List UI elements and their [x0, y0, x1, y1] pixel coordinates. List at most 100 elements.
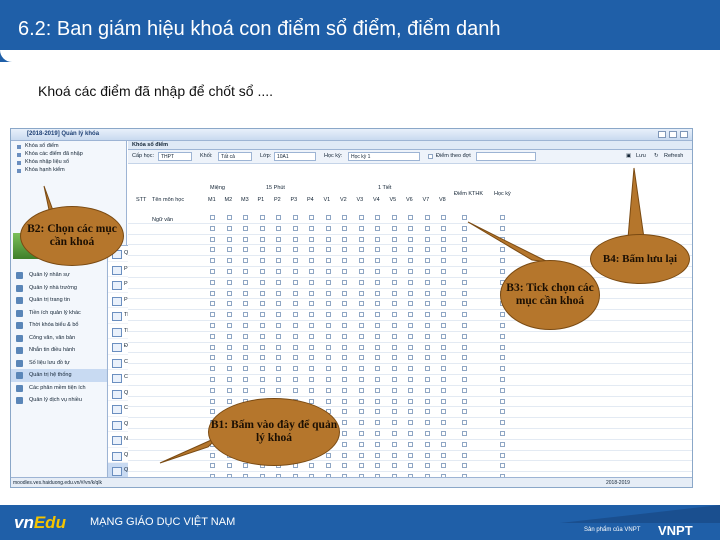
lock-checkbox[interactable]: [276, 344, 281, 350]
lock-checkbox[interactable]: [226, 463, 232, 469]
lock-checkbox[interactable]: [292, 344, 298, 350]
lock-checkbox[interactable]: [210, 376, 215, 382]
lock-checkbox[interactable]: [391, 398, 397, 404]
lock-checkbox[interactable]: [500, 420, 505, 426]
lock-checkbox[interactable]: [358, 409, 364, 415]
lock-checkbox[interactable]: [292, 301, 298, 307]
lock-checkbox[interactable]: [375, 333, 380, 339]
lock-checkbox[interactable]: [462, 290, 467, 296]
lock-checkbox[interactable]: [358, 258, 364, 264]
lock-checkbox[interactable]: [500, 312, 505, 318]
lock-checkbox[interactable]: [292, 268, 298, 274]
lock-checkbox[interactable]: [259, 236, 265, 242]
lock-checkbox[interactable]: [309, 387, 314, 393]
lock-checkbox[interactable]: [424, 376, 430, 382]
lock-checkbox[interactable]: [358, 215, 364, 220]
lock-checkbox[interactable]: [375, 355, 380, 361]
lock-checkbox[interactable]: [408, 355, 413, 361]
lock-checkbox[interactable]: [342, 441, 347, 447]
lock-checkbox[interactable]: [259, 247, 265, 253]
lock-checkbox[interactable]: [309, 344, 314, 350]
lock-checkbox[interactable]: [210, 452, 215, 458]
lock-checkbox[interactable]: [358, 387, 364, 393]
lock-checkbox[interactable]: [424, 463, 430, 469]
lock-checkbox[interactable]: [462, 312, 467, 318]
lock-checkbox[interactable]: [424, 420, 430, 426]
minimize-button[interactable]: [658, 131, 666, 138]
lock-checkbox[interactable]: [342, 301, 347, 307]
lock-checkbox[interactable]: [462, 301, 467, 307]
lock-checkbox[interactable]: [226, 322, 232, 328]
lock-checkbox[interactable]: [210, 301, 215, 307]
lock-checkbox[interactable]: [424, 333, 430, 339]
lock-checkbox[interactable]: [309, 366, 314, 372]
lock-checkbox[interactable]: [276, 322, 281, 328]
lock-checkbox[interactable]: [210, 333, 215, 339]
lock-checkbox[interactable]: [500, 463, 505, 469]
lock-checkbox[interactable]: [358, 290, 364, 296]
lock-checkbox[interactable]: [325, 333, 331, 339]
lock-checkbox[interactable]: [226, 333, 232, 339]
lock-checkbox[interactable]: [391, 355, 397, 361]
lock-checkbox[interactable]: [441, 312, 446, 318]
cap-hoc-select[interactable]: THPT: [158, 152, 192, 161]
lock-checkbox[interactable]: [462, 376, 467, 382]
lock-checkbox[interactable]: [441, 355, 446, 361]
lock-checkbox[interactable]: [408, 463, 413, 469]
lock-checkbox[interactable]: [342, 279, 347, 285]
lock-checkbox[interactable]: [259, 387, 265, 393]
lock-checkbox[interactable]: [408, 409, 413, 415]
lock-checkbox[interactable]: [462, 441, 467, 447]
lock-checkbox[interactable]: [210, 355, 215, 361]
lock-checkbox[interactable]: [226, 366, 232, 372]
lock-checkbox[interactable]: [325, 344, 331, 350]
lock-checkbox[interactable]: [424, 387, 430, 393]
lock-checkbox[interactable]: [424, 452, 430, 458]
lock-checkbox[interactable]: [325, 290, 331, 296]
lock-checkbox[interactable]: [325, 387, 331, 393]
lock-checkbox[interactable]: [408, 301, 413, 307]
lock-checkbox[interactable]: [309, 236, 314, 242]
lock-checkbox[interactable]: [292, 279, 298, 285]
lock-checkbox[interactable]: [500, 355, 505, 361]
lock-checkbox[interactable]: [375, 236, 380, 242]
lock-checkbox[interactable]: [500, 344, 505, 350]
lock-checkbox[interactable]: [441, 290, 446, 296]
lock-checkbox[interactable]: [276, 312, 281, 318]
lock-checkbox[interactable]: [243, 236, 248, 242]
lock-checkbox[interactable]: [375, 463, 380, 469]
lock-checkbox[interactable]: [462, 409, 467, 415]
lock-checkbox[interactable]: [500, 215, 505, 220]
lock-checkbox[interactable]: [375, 420, 380, 426]
lock-checkbox[interactable]: [391, 420, 397, 426]
lock-checkbox[interactable]: [424, 215, 430, 220]
lock-checkbox[interactable]: [391, 247, 397, 253]
lock-checkbox[interactable]: [210, 236, 215, 242]
lock-checkbox[interactable]: [243, 387, 248, 393]
lock-checkbox[interactable]: [424, 398, 430, 404]
lock-checkbox[interactable]: [226, 215, 232, 220]
lock-checkbox[interactable]: [226, 247, 232, 253]
lock-checkbox[interactable]: [292, 236, 298, 242]
lock-checkbox[interactable]: [259, 355, 265, 361]
lock-checkbox[interactable]: [276, 333, 281, 339]
lock-checkbox[interactable]: [325, 301, 331, 307]
lock-checkbox[interactable]: [358, 430, 364, 436]
lock-checkbox[interactable]: [408, 312, 413, 318]
khoi-select[interactable]: Tất cả: [218, 152, 252, 161]
lock-checkbox[interactable]: [391, 409, 397, 415]
lock-checkbox[interactable]: [276, 355, 281, 361]
lock-checkbox[interactable]: [424, 301, 430, 307]
lock-checkbox[interactable]: [226, 376, 232, 382]
lock-checkbox[interactable]: [325, 258, 331, 264]
lock-checkbox[interactable]: [342, 355, 347, 361]
lock-checkbox[interactable]: [424, 290, 430, 296]
lock-checkbox[interactable]: [441, 441, 446, 447]
lock-checkbox[interactable]: [325, 376, 331, 382]
lock-checkbox[interactable]: [226, 258, 232, 264]
lock-checkbox[interactable]: [276, 290, 281, 296]
lock-checkbox[interactable]: [342, 376, 347, 382]
lock-checkbox[interactable]: [358, 452, 364, 458]
lock-checkbox[interactable]: [500, 376, 505, 382]
lock-checkbox[interactable]: [441, 268, 446, 274]
